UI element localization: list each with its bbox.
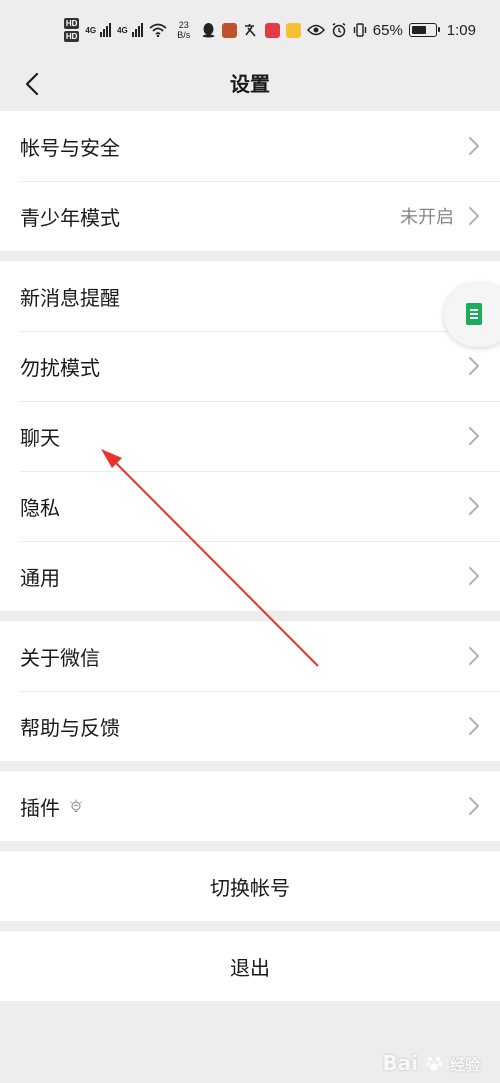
chevron-right-icon (469, 567, 479, 585)
battery-percent: 65% (372, 21, 403, 39)
chevron-right-icon (469, 647, 479, 665)
plugin-bulb-icon (70, 799, 82, 813)
item-label: 聊天 (20, 425, 60, 450)
help-feedback-item[interactable]: 帮助与反馈 (0, 691, 500, 761)
chevron-right-icon (469, 497, 479, 515)
settings-group-account: 帐号与安全 青少年模式 未开启 (0, 111, 500, 251)
alarm-icon (332, 22, 346, 38)
page-title: 设置 (230, 72, 270, 96)
chevron-right-icon (469, 357, 479, 375)
new-message-notify-item[interactable]: 新消息提醒 (0, 261, 500, 331)
eye-icon (306, 24, 325, 36)
chevron-right-icon (469, 137, 479, 155)
book-app-icon (264, 22, 280, 38)
settings-group-about: 关于微信 帮助与反馈 (0, 621, 500, 761)
logout-group: 退出 (0, 931, 500, 1001)
about-wechat-item[interactable]: 关于微信 (0, 621, 500, 691)
game-app-icon (221, 22, 237, 38)
switch-account-button[interactable]: 切换帐号 (0, 851, 500, 921)
chevron-right-icon (469, 797, 479, 815)
nav-bar: 设置 (0, 58, 500, 110)
account-security-item[interactable]: 帐号与安全 (0, 111, 500, 181)
baidu-watermark: Bai 经验 (382, 1051, 480, 1075)
switch-account-label: 切换帐号 (210, 875, 290, 900)
watermark-brand: Bai (382, 1051, 419, 1075)
translate-icon (244, 24, 256, 37)
paw-icon (426, 1057, 442, 1071)
network-type-1: 4G (85, 25, 97, 35)
battery-icon (408, 23, 440, 37)
vibrate-icon (353, 23, 366, 37)
status-bar: HD HD 4G 4G 23 B/s 65% 1:09 (0, 0, 500, 58)
net-speed-unit: B/s (177, 30, 191, 40)
privacy-item[interactable]: 隐私 (0, 471, 500, 541)
net-speed: 23 B/s (173, 20, 195, 40)
item-label: 帐号与安全 (20, 135, 120, 160)
switch-account-group: 切换帐号 (0, 851, 500, 921)
item-label: 通用 (20, 565, 60, 590)
item-label: 插件 (20, 795, 60, 820)
item-label: 关于微信 (20, 645, 100, 670)
net-speed-value: 23 (178, 20, 189, 30)
chevron-right-icon (469, 207, 479, 225)
signal-icon-1 (100, 23, 112, 37)
wifi-icon (149, 23, 167, 37)
settings-group-general: 新消息提醒 勿扰模式 聊天 隐私 通用 (0, 261, 500, 611)
logout-button[interactable]: 退出 (0, 931, 500, 1001)
watermark-suffix: 经验 (449, 1056, 480, 1074)
chevron-right-icon (469, 717, 479, 735)
qq-icon (202, 23, 215, 38)
item-label: 帮助与反馈 (20, 715, 120, 740)
settings-group-plugins: 插件 (0, 771, 500, 841)
do-not-disturb-item[interactable]: 勿扰模式 (0, 331, 500, 401)
teen-mode-status: 未开启 (400, 207, 454, 228)
chat-item[interactable]: 聊天 (0, 401, 500, 471)
logout-label: 退出 (230, 955, 270, 980)
floating-window-tab[interactable] (444, 283, 500, 347)
item-label: 隐私 (20, 495, 60, 520)
clock: 1:09 (446, 21, 476, 39)
plugins-item[interactable]: 插件 (0, 771, 500, 841)
item-label: 勿扰模式 (20, 355, 100, 380)
network-type-2: 4G (117, 25, 128, 35)
signal-icon-2 (131, 23, 143, 37)
note-app-icon (285, 22, 301, 38)
general-item[interactable]: 通用 (0, 541, 500, 611)
item-label: 新消息提醒 (20, 285, 120, 310)
document-icon (466, 303, 482, 325)
item-label: 青少年模式 (20, 205, 120, 230)
status-icons: HD HD 4G 4G 23 B/s 65% 1:09 (63, 16, 476, 44)
hd-icon: HD HD (63, 18, 80, 42)
teen-mode-item[interactable]: 青少年模式 未开启 (0, 181, 500, 251)
chevron-right-icon (469, 427, 479, 445)
